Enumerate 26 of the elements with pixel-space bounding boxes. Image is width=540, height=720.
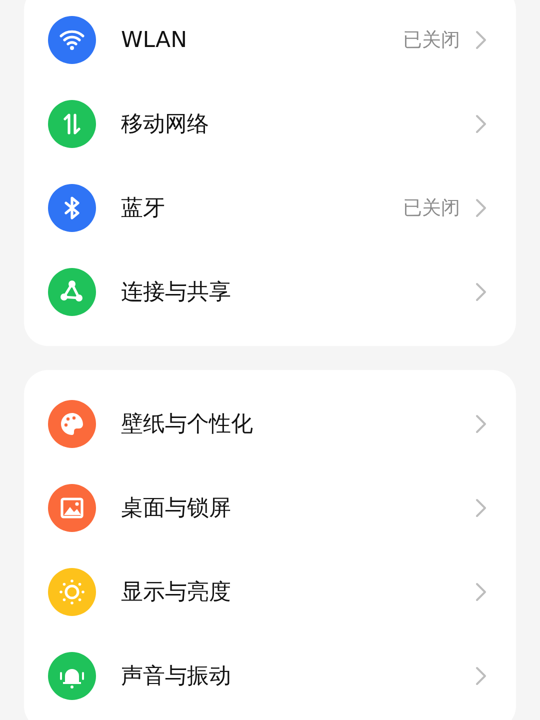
setting-label[interactable]: 声音与振动 [121,661,474,691]
sun-icon [48,568,96,616]
wifi-icon [48,16,96,64]
setting-label[interactable]: WLAN [121,28,403,52]
bell-icon [48,652,96,700]
share-icon [48,268,96,316]
setting-label[interactable]: 壁纸与个性化 [121,409,474,439]
setting-label[interactable]: 显示与亮度 [121,577,474,607]
image-icon [48,484,96,532]
setting-label[interactable]: 桌面与锁屏 [121,493,474,523]
setting-label[interactable]: 移动网络 [121,109,474,139]
chevron-icon [474,665,488,687]
setting-status: 已关闭 [403,28,460,53]
chevron-icon [474,113,488,135]
chevron-icon [474,197,488,219]
arrows-icon [48,100,96,148]
palette-icon [48,400,96,448]
chevron-icon [474,581,488,603]
bluetooth-icon [48,184,96,232]
chevron-icon [474,497,488,519]
setting-label[interactable]: 蓝牙 [121,193,403,223]
setting-status: 已关闭 [403,196,460,221]
chevron-icon [474,29,488,51]
chevron-icon [474,281,488,303]
setting-label[interactable]: 连接与共享 [121,277,474,307]
chevron-icon [474,413,488,435]
